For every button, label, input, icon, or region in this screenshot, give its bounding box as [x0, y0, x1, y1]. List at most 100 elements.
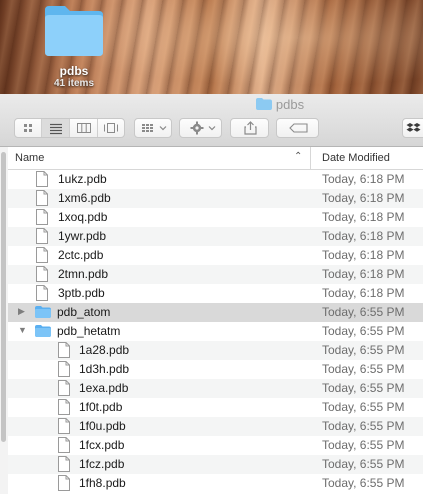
item-name: 1a28.pdb — [79, 343, 130, 357]
dropbox-button[interactable] — [402, 118, 423, 138]
cover-flow-icon[interactable] — [98, 119, 124, 137]
file-row[interactable]: 1xoq.pdb Today, 6:18 PM — [8, 208, 423, 227]
column-view-icon[interactable] — [70, 119, 98, 137]
item-name: pdb_hetatm — [57, 324, 121, 338]
folder-icon — [35, 325, 51, 337]
sort-ascending-icon: ⌃ — [294, 151, 303, 162]
item-name: 1d3h.pdb — [79, 362, 130, 376]
item-date-modified: Today, 6:18 PM — [322, 286, 405, 300]
document-icon — [36, 266, 48, 282]
view-mode-control — [14, 118, 125, 138]
item-date-modified: Today, 6:55 PM — [322, 419, 405, 433]
item-name: 1f0t.pdb — [79, 400, 123, 414]
item-name: 1ywr.pdb — [58, 229, 107, 243]
file-row[interactable]: 1f0u.pdb Today, 6:55 PM — [8, 417, 423, 436]
file-row[interactable]: 1exa.pdb Today, 6:55 PM — [8, 379, 423, 398]
window-title-text: pdbs — [275, 97, 305, 112]
document-icon — [36, 247, 48, 263]
column-header-name[interactable]: Name — [15, 152, 44, 164]
file-row[interactable]: 1f0t.pdb Today, 6:55 PM — [8, 398, 423, 417]
file-row[interactable]: 1fcz.pdb Today, 6:55 PM — [8, 455, 423, 474]
document-icon — [58, 361, 70, 377]
item-name: 1fh8.pdb — [79, 476, 126, 490]
desktop-background: pdbs 41 items — [0, 0, 423, 94]
dropbox-icon — [406, 123, 421, 132]
folder-icon — [35, 306, 51, 318]
item-date-modified: Today, 6:18 PM — [322, 191, 405, 205]
document-icon — [36, 209, 48, 225]
item-date-modified: Today, 6:55 PM — [322, 438, 405, 452]
document-icon — [36, 171, 48, 187]
file-row[interactable]: 2ctc.pdb Today, 6:18 PM — [8, 246, 423, 265]
item-date-modified: Today, 6:18 PM — [322, 210, 405, 224]
disclosure-collapsed-icon[interactable]: ▶ — [18, 306, 25, 317]
gear-icon — [190, 121, 216, 135]
document-icon — [58, 380, 70, 396]
icon-view-icon[interactable] — [15, 119, 42, 137]
item-name: pdb_atom — [57, 305, 111, 319]
item-name: 2ctc.pdb — [58, 248, 104, 262]
file-row[interactable]: 1a28.pdb Today, 6:55 PM — [8, 341, 423, 360]
item-date-modified: Today, 6:55 PM — [322, 457, 405, 471]
arrange-button[interactable] — [134, 118, 172, 138]
item-name: 3ptb.pdb — [58, 286, 105, 300]
scrollbar-thumb[interactable] — [1, 152, 6, 442]
document-icon — [58, 342, 70, 358]
item-date-modified: Today, 6:18 PM — [322, 229, 405, 243]
folder-row[interactable]: ▼ pdb_hetatm Today, 6:55 PM — [8, 322, 423, 341]
window-title: pdbs — [0, 97, 423, 112]
titlebar: pdbs — [0, 94, 423, 147]
tag-button[interactable] — [276, 118, 319, 138]
file-row[interactable]: 1ywr.pdb Today, 6:18 PM — [8, 227, 423, 246]
desktop-folder-pdbs[interactable]: pdbs 41 items — [38, 2, 110, 89]
document-icon — [36, 190, 48, 206]
item-name: 1xm6.pdb — [58, 191, 111, 205]
file-row[interactable]: 2tmn.pdb Today, 6:18 PM — [8, 265, 423, 284]
file-row[interactable]: 1fcx.pdb Today, 6:55 PM — [8, 436, 423, 455]
document-icon — [58, 399, 70, 415]
item-date-modified: Today, 6:18 PM — [322, 267, 405, 281]
item-date-modified: Today, 6:55 PM — [322, 305, 405, 319]
item-date-modified: Today, 6:55 PM — [322, 381, 405, 395]
file-row[interactable]: 1fh8.pdb Today, 6:55 PM — [8, 474, 423, 493]
share-button[interactable] — [230, 118, 269, 138]
folder-row[interactable]: ▶ pdb_atom Today, 6:55 PM — [8, 303, 423, 322]
document-icon — [58, 475, 70, 491]
item-name: 2tmn.pdb — [58, 267, 109, 281]
file-row[interactable]: 3ptb.pdb Today, 6:18 PM — [8, 284, 423, 303]
item-name: 1xoq.pdb — [58, 210, 108, 224]
folder-icon — [255, 98, 272, 110]
tag-icon — [289, 123, 308, 133]
action-button[interactable] — [179, 118, 222, 138]
item-name: 1fcz.pdb — [79, 457, 125, 471]
folder-icon — [43, 2, 105, 58]
file-row[interactable]: 1d3h.pdb Today, 6:55 PM — [8, 360, 423, 379]
item-date-modified: Today, 6:55 PM — [322, 362, 405, 376]
file-row[interactable]: 1xm6.pdb Today, 6:18 PM — [8, 189, 423, 208]
item-name: 1ukz.pdb — [58, 172, 107, 186]
column-divider[interactable] — [310, 147, 311, 169]
item-name: 1fcx.pdb — [79, 438, 125, 452]
item-date-modified: Today, 6:55 PM — [322, 476, 405, 490]
item-date-modified: Today, 6:55 PM — [322, 400, 405, 414]
desktop-folder-item-count: 41 items — [53, 78, 95, 89]
disclosure-expanded-icon[interactable]: ▼ — [18, 325, 27, 335]
document-icon — [36, 285, 48, 301]
item-name: 1exa.pdb — [79, 381, 129, 395]
item-date-modified: Today, 6:55 PM — [322, 324, 405, 338]
column-header-date-modified[interactable]: Date Modified — [322, 152, 390, 164]
share-icon — [244, 121, 257, 135]
document-icon — [58, 418, 70, 434]
item-date-modified: Today, 6:18 PM — [322, 172, 405, 186]
desktop-folder-label: pdbs — [59, 64, 89, 78]
list-view-icon[interactable] — [42, 119, 70, 137]
item-date-modified: Today, 6:18 PM — [322, 248, 405, 262]
item-name: 1f0u.pdb — [79, 419, 126, 433]
document-icon — [58, 456, 70, 472]
file-row[interactable]: 1ukz.pdb Today, 6:18 PM — [8, 170, 423, 189]
document-icon — [58, 437, 70, 453]
vertical-scrollbar[interactable] — [0, 147, 8, 494]
item-date-modified: Today, 6:55 PM — [322, 343, 405, 357]
arrange-icon — [142, 124, 167, 132]
document-icon — [36, 228, 48, 244]
